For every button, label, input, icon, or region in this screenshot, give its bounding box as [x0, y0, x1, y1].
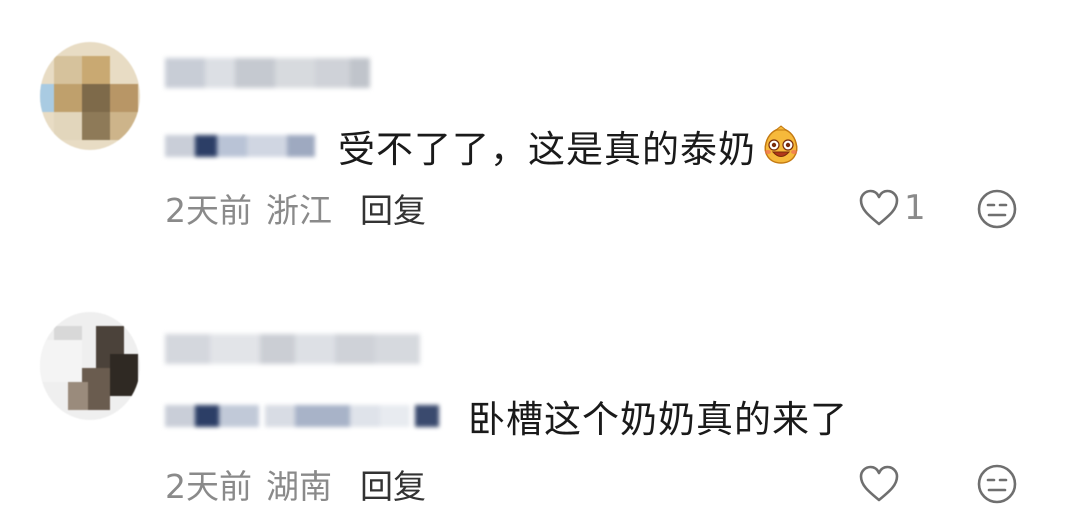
- comment-item: 卧槽这个奶奶真的来了 2天前 湖南 回复: [0, 250, 1080, 513]
- comment-time: 2天前: [165, 467, 252, 506]
- comment-text: 受不了了，这是真的泰奶: [338, 128, 756, 171]
- username[interactable]: [165, 52, 375, 94]
- neutral-face-icon[interactable]: [976, 463, 1018, 505]
- reply-to-username[interactable]: [165, 129, 320, 163]
- heart-outline-icon: [859, 465, 899, 502]
- comment-location: 湖南: [266, 467, 332, 506]
- comment-text: 卧槽这个奶奶真的来了: [468, 398, 848, 441]
- avatar[interactable]: [40, 42, 140, 150]
- like-button[interactable]: [858, 460, 904, 508]
- comment-location: 浙江: [266, 191, 332, 230]
- reply-button[interactable]: 回复: [360, 184, 426, 232]
- comment-item: 受不了了，这是真的泰奶 2天前 浙江 回复 1: [0, 0, 1080, 250]
- comment-time: 2天前: [165, 191, 252, 230]
- like-button[interactable]: 1: [858, 184, 926, 232]
- like-count: 1: [904, 188, 926, 228]
- grinning-face-emoji-icon: [764, 125, 798, 164]
- reply-to-username[interactable]: [165, 399, 450, 433]
- username[interactable]: [165, 328, 435, 370]
- heart-outline-icon: [859, 189, 899, 226]
- neutral-face-icon[interactable]: [976, 188, 1018, 230]
- avatar[interactable]: [40, 312, 140, 420]
- reply-button[interactable]: 回复: [360, 460, 426, 508]
